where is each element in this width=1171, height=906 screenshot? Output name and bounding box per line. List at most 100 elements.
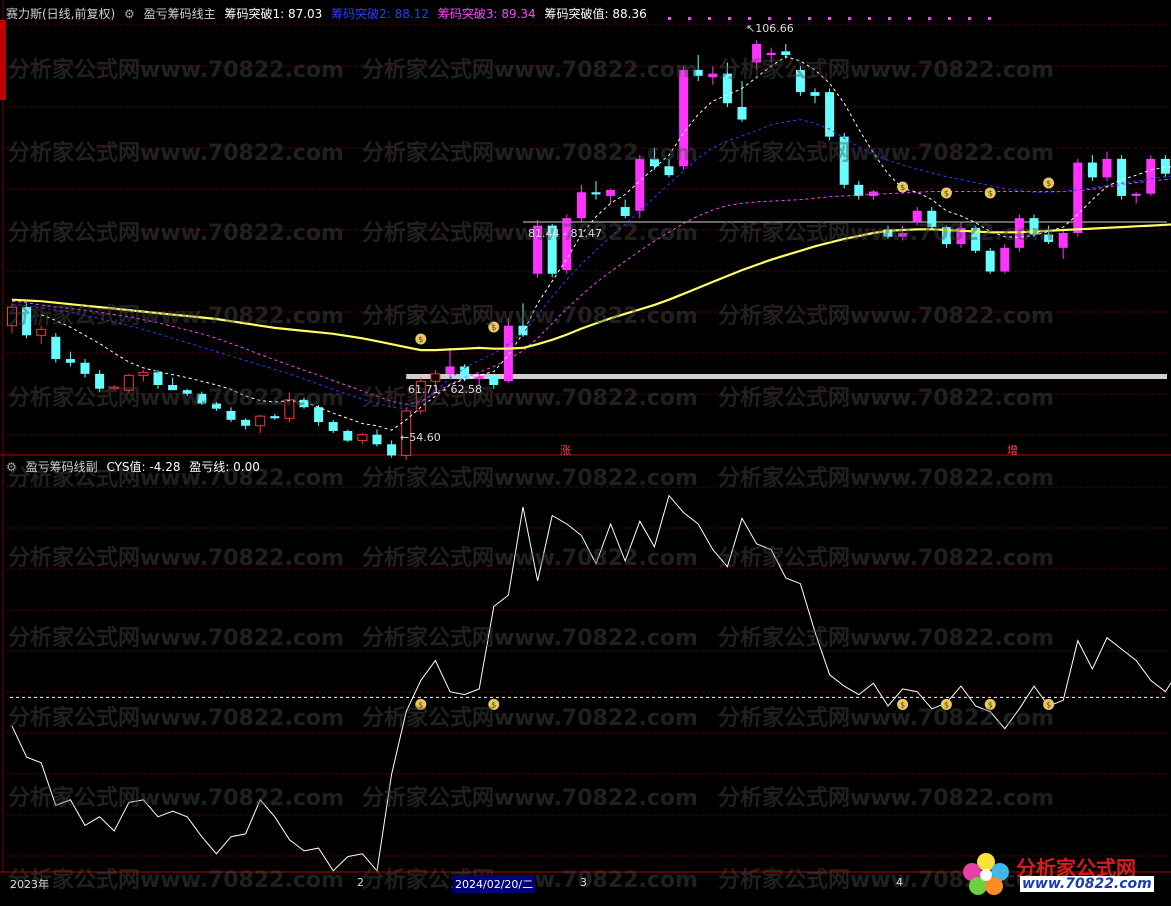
- top-marker-dot: [848, 17, 851, 20]
- money-bag-symbol: $: [944, 700, 949, 709]
- money-bag-symbol: $: [988, 189, 993, 198]
- candle-body: [445, 366, 455, 374]
- main-indicator-name[interactable]: 盈亏筹码线主: [144, 7, 216, 21]
- x-label-selected-date[interactable]: 2024/02/20/二: [453, 875, 536, 893]
- candle-body: [562, 218, 572, 271]
- candle-body: [591, 192, 601, 195]
- candle-body: [1146, 158, 1156, 194]
- candle-body: [503, 325, 513, 382]
- money-bag-symbol: $: [900, 183, 905, 192]
- candle-body: [795, 69, 805, 93]
- money-bag-symbol: $: [491, 323, 496, 332]
- candle-body: [270, 416, 280, 419]
- money-bag-symbol: $: [418, 700, 423, 709]
- top-marker-dot: [808, 17, 811, 20]
- candle-body: [766, 52, 776, 56]
- high-annotation: ↖106.66: [746, 22, 794, 35]
- candle-body: [854, 184, 864, 196]
- main-value-3: 筹码突破3: 89.34: [437, 7, 536, 21]
- main-value-4: 筹码突破值: 88.36: [544, 7, 647, 21]
- chart-stage: $ $ $ $ $ $ $ $ $ $ $ $ 分析家公式网www.70822.com 分析家公式网ww…: [0, 0, 1171, 902]
- candle-body: [825, 92, 835, 137]
- candle-body: [109, 386, 120, 390]
- sub-value-1: CYS值: -4.28: [106, 460, 181, 474]
- candle-body: [226, 410, 236, 420]
- gear-icon[interactable]: ⚙: [6, 460, 17, 474]
- candle-body: [1160, 158, 1170, 174]
- candle-body: [664, 166, 674, 176]
- money-bag-icon: $: [488, 321, 500, 333]
- candle-body: [839, 136, 849, 185]
- candle-body: [372, 434, 382, 445]
- candle-body: [1117, 158, 1127, 196]
- x-label-2023: 2023年: [10, 878, 49, 891]
- top-marker-dot: [788, 17, 791, 20]
- candle-body: [927, 210, 937, 228]
- candle-body: [620, 207, 630, 216]
- candle-body: [810, 92, 820, 96]
- mark-zhang: 涨: [560, 444, 571, 457]
- money-bag-icon: $: [984, 187, 996, 199]
- candle-body: [679, 69, 689, 167]
- candle-body: [1087, 162, 1097, 178]
- x-label-feb: 2: [357, 876, 364, 889]
- gear-icon[interactable]: ⚙: [124, 7, 135, 21]
- candle-body: [1000, 247, 1010, 272]
- candle-body: [153, 372, 163, 385]
- candle-body: [65, 359, 75, 363]
- mark-zeng: 增: [1007, 444, 1018, 457]
- candle-body: [314, 407, 324, 423]
- main-value-1: 筹码突破1: 87.03: [224, 7, 323, 21]
- candle-body: [22, 307, 32, 336]
- x-label-apr: 4: [896, 876, 903, 889]
- candle-body: [197, 393, 207, 404]
- stock-title[interactable]: 赛力斯(日线,前复权): [6, 7, 115, 21]
- main-value-2: 筹码突破2: 88.12: [331, 7, 429, 21]
- candle-body: [284, 399, 295, 419]
- candle-body: [576, 192, 586, 219]
- top-marker-dot: [908, 17, 911, 20]
- candle-body: [168, 384, 178, 391]
- candle-body: [752, 43, 762, 63]
- candle-body: [387, 444, 397, 456]
- x-label-mar: 3: [580, 876, 587, 889]
- candle-body: [722, 73, 732, 104]
- top-marker-dot: [828, 17, 831, 20]
- money-bag-symbol: $: [1046, 179, 1051, 188]
- candle-body: [241, 419, 251, 426]
- money-bag-symbol: $: [1046, 700, 1051, 709]
- candle-body: [606, 190, 616, 196]
- money-bag-symbol: $: [988, 700, 993, 709]
- money-bag-icon: $: [1043, 177, 1055, 189]
- candle-body: [357, 434, 368, 442]
- low-annotation: ←54.60: [400, 431, 441, 444]
- candle-body: [1131, 193, 1141, 196]
- candle-body: [868, 191, 878, 196]
- left-accent-bar: [0, 20, 6, 100]
- candle-body: [328, 422, 338, 431]
- money-bag-symbol: $: [900, 700, 905, 709]
- top-marker-dot: [728, 17, 731, 20]
- candle-body: [635, 158, 645, 211]
- candle-body: [1102, 158, 1112, 178]
- candle-body: [1058, 233, 1068, 248]
- candle-body: [985, 250, 995, 272]
- candle-body: [737, 106, 747, 120]
- sub-indicator-name[interactable]: 盈亏筹码线副: [26, 460, 98, 474]
- main-panel-header: 赛力斯(日线,前复权) ⚙ 盈亏筹码线主 筹码突破1: 87.03 筹码突破2:…: [6, 5, 652, 22]
- money-bag-icon: $: [415, 333, 427, 345]
- candle-body: [430, 373, 441, 382]
- candle-body: [51, 336, 61, 360]
- top-marker-dot: [948, 17, 951, 20]
- candle-body: [7, 306, 17, 327]
- candle-body: [211, 403, 221, 409]
- candle-body: [80, 362, 90, 374]
- candle-body: [255, 415, 266, 427]
- sub-panel-header: ⚙ 盈亏筹码线副 CYS值: -4.28 盈亏线: 0.00: [6, 458, 265, 475]
- flower-logo-icon: [963, 853, 1009, 895]
- money-bag-symbol: $: [491, 700, 496, 709]
- top-marker-dot: [768, 17, 771, 20]
- top-marker-dot: [668, 17, 671, 20]
- money-bag-icon: $: [897, 181, 909, 193]
- candle-body: [1044, 234, 1054, 242]
